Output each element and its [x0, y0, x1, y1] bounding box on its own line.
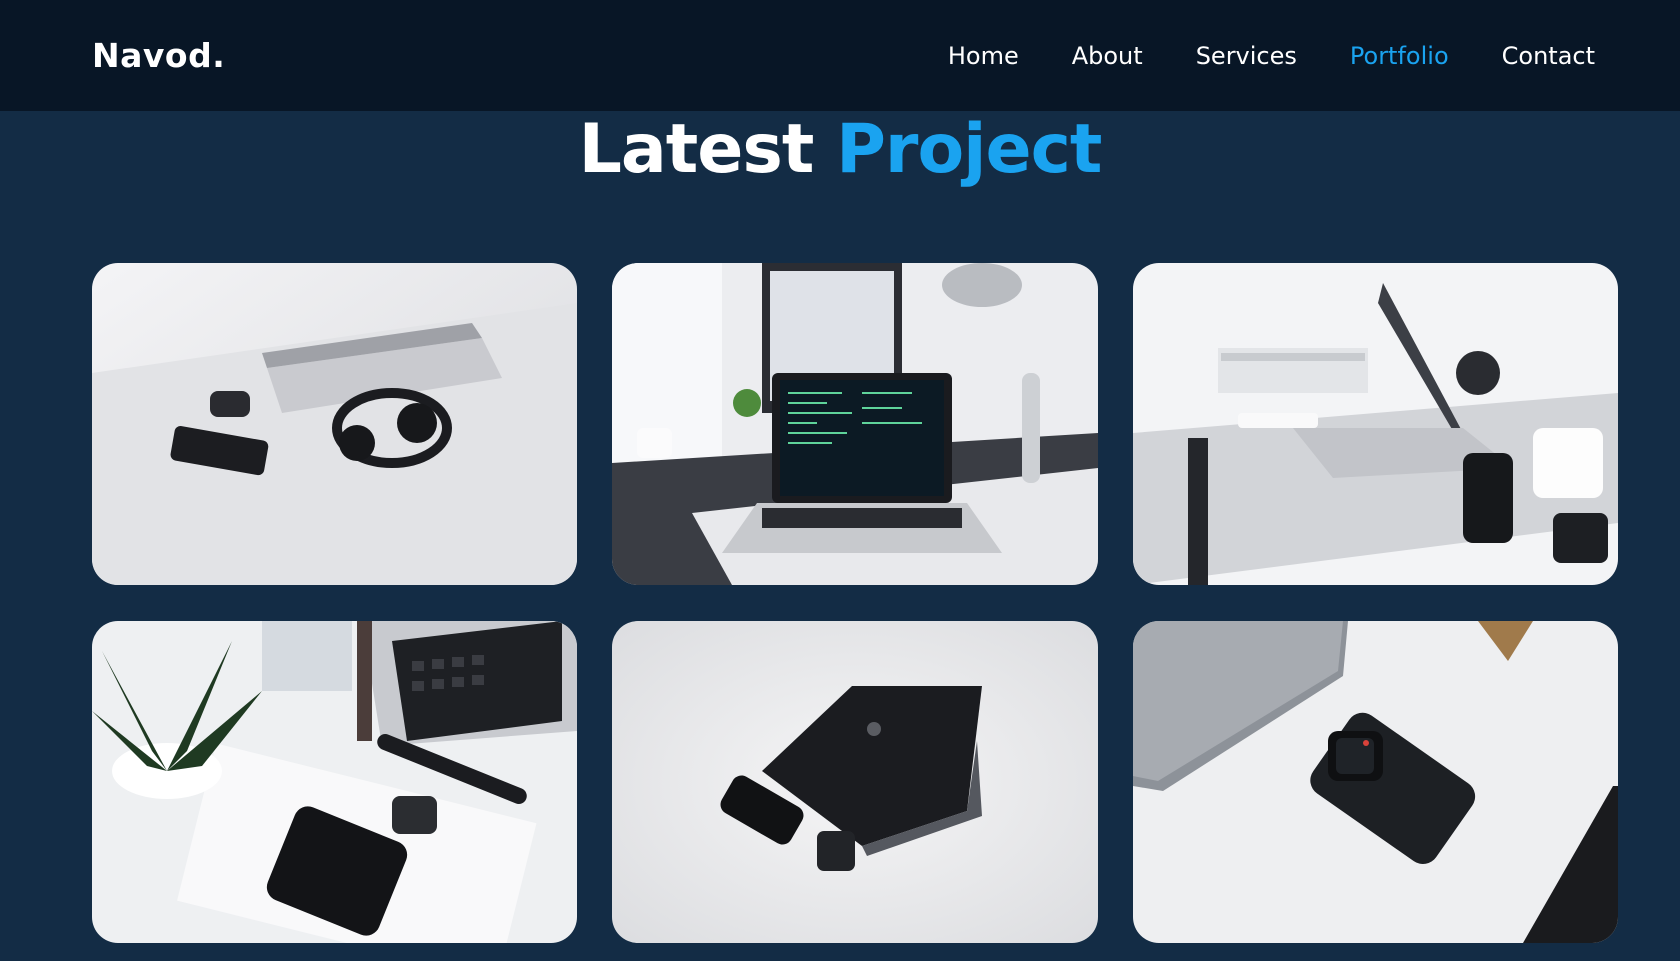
project-image-4	[92, 621, 577, 943]
project-image-5	[612, 621, 1098, 943]
nav-link-portfolio[interactable]: Portfolio	[1350, 42, 1449, 70]
project-image-1	[92, 263, 577, 585]
section-title: Latest Project	[0, 112, 1680, 188]
logo[interactable]: Navod.	[92, 36, 225, 75]
project-grid	[92, 263, 1618, 943]
project-card-5[interactable]	[612, 621, 1098, 943]
section-title-accent: Project	[836, 110, 1102, 189]
project-card-1[interactable]	[92, 263, 577, 585]
section-title-main: Latest	[578, 110, 815, 189]
project-card-3[interactable]	[1133, 263, 1618, 585]
nav-link-home[interactable]: Home	[948, 42, 1019, 70]
nav-link-services[interactable]: Services	[1196, 42, 1297, 70]
nav-link-about[interactable]: About	[1072, 42, 1143, 70]
nav-link-contact[interactable]: Contact	[1502, 42, 1595, 70]
project-image-3	[1133, 263, 1618, 585]
nav-menu: Home About Services Portfolio Contact	[948, 42, 1595, 70]
project-card-2[interactable]	[612, 263, 1098, 585]
project-image-6	[1133, 621, 1618, 943]
navbar: Navod. Home About Services Portfolio Con…	[0, 0, 1680, 111]
project-card-6[interactable]	[1133, 621, 1618, 943]
project-image-2	[612, 263, 1098, 585]
project-card-4[interactable]	[92, 621, 577, 943]
